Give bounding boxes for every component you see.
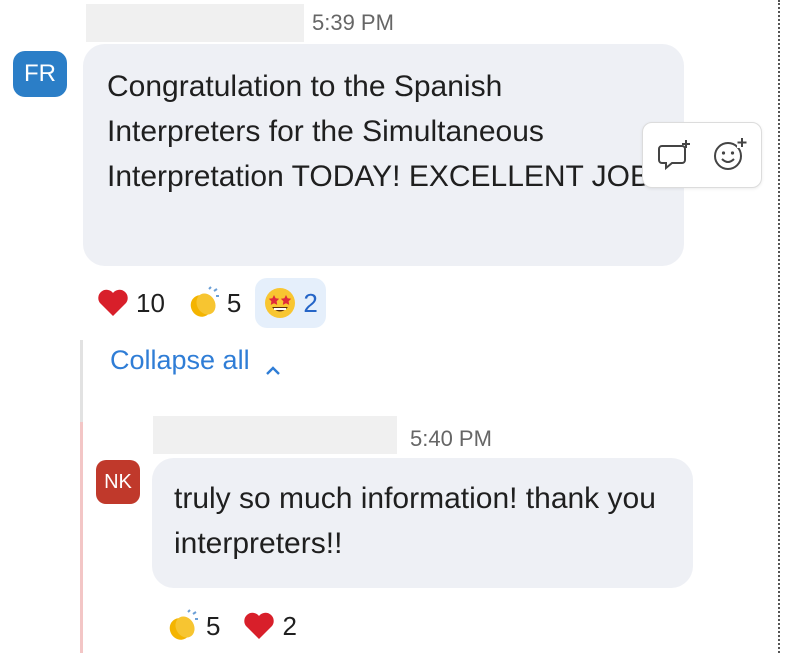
reaction-count: 10 [136,287,165,318]
message-timestamp: 5:40 PM [410,426,492,451]
reaction-count: 2 [282,610,297,641]
thread-line-unread [80,422,83,653]
pane-border [778,0,780,653]
reaction-count: 5 [226,287,242,318]
clapping-hands-icon [166,609,200,643]
avatar[interactable]: NK [96,460,140,504]
heart-icon [96,286,130,320]
star-struck-icon [263,286,297,320]
sender-name-redacted [86,4,304,42]
reaction-clap[interactable]: 5 [158,603,228,649]
message-text: truly so much information! thank you int… [174,482,656,560]
reaction-heart[interactable]: 10 [88,278,173,328]
avatar[interactable]: FR [13,51,67,97]
heart-icon [242,609,276,643]
sender-name-redacted [153,416,397,454]
reaction-heart[interactable]: 2 [234,603,304,649]
add-reaction-icon[interactable] [709,135,749,175]
reaction-star-struck[interactable]: 2 [255,278,326,328]
reaction-bar: 10 5 2 [88,278,332,328]
clapping-hands-icon [187,286,221,320]
collapse-all-button[interactable]: Collapse all [110,345,282,376]
thread-line [80,340,83,422]
message-bubble[interactable]: truly so much information! thank you int… [152,458,693,588]
chevron-up-icon [264,354,282,375]
reaction-clap[interactable]: 5 [179,278,249,328]
reaction-bar: 5 2 [158,603,311,649]
reaction-count: 5 [206,610,221,641]
reaction-count: 2 [303,287,318,318]
message-timestamp: 5:39 PM [312,10,394,35]
message-text: Congratulation to the Spanish Interprete… [107,70,659,193]
message-hover-actions [642,122,762,188]
reply-icon[interactable] [656,135,696,175]
collapse-all-label: Collapse all [110,345,250,375]
message-bubble[interactable]: Congratulation to the Spanish Interprete… [83,44,684,266]
